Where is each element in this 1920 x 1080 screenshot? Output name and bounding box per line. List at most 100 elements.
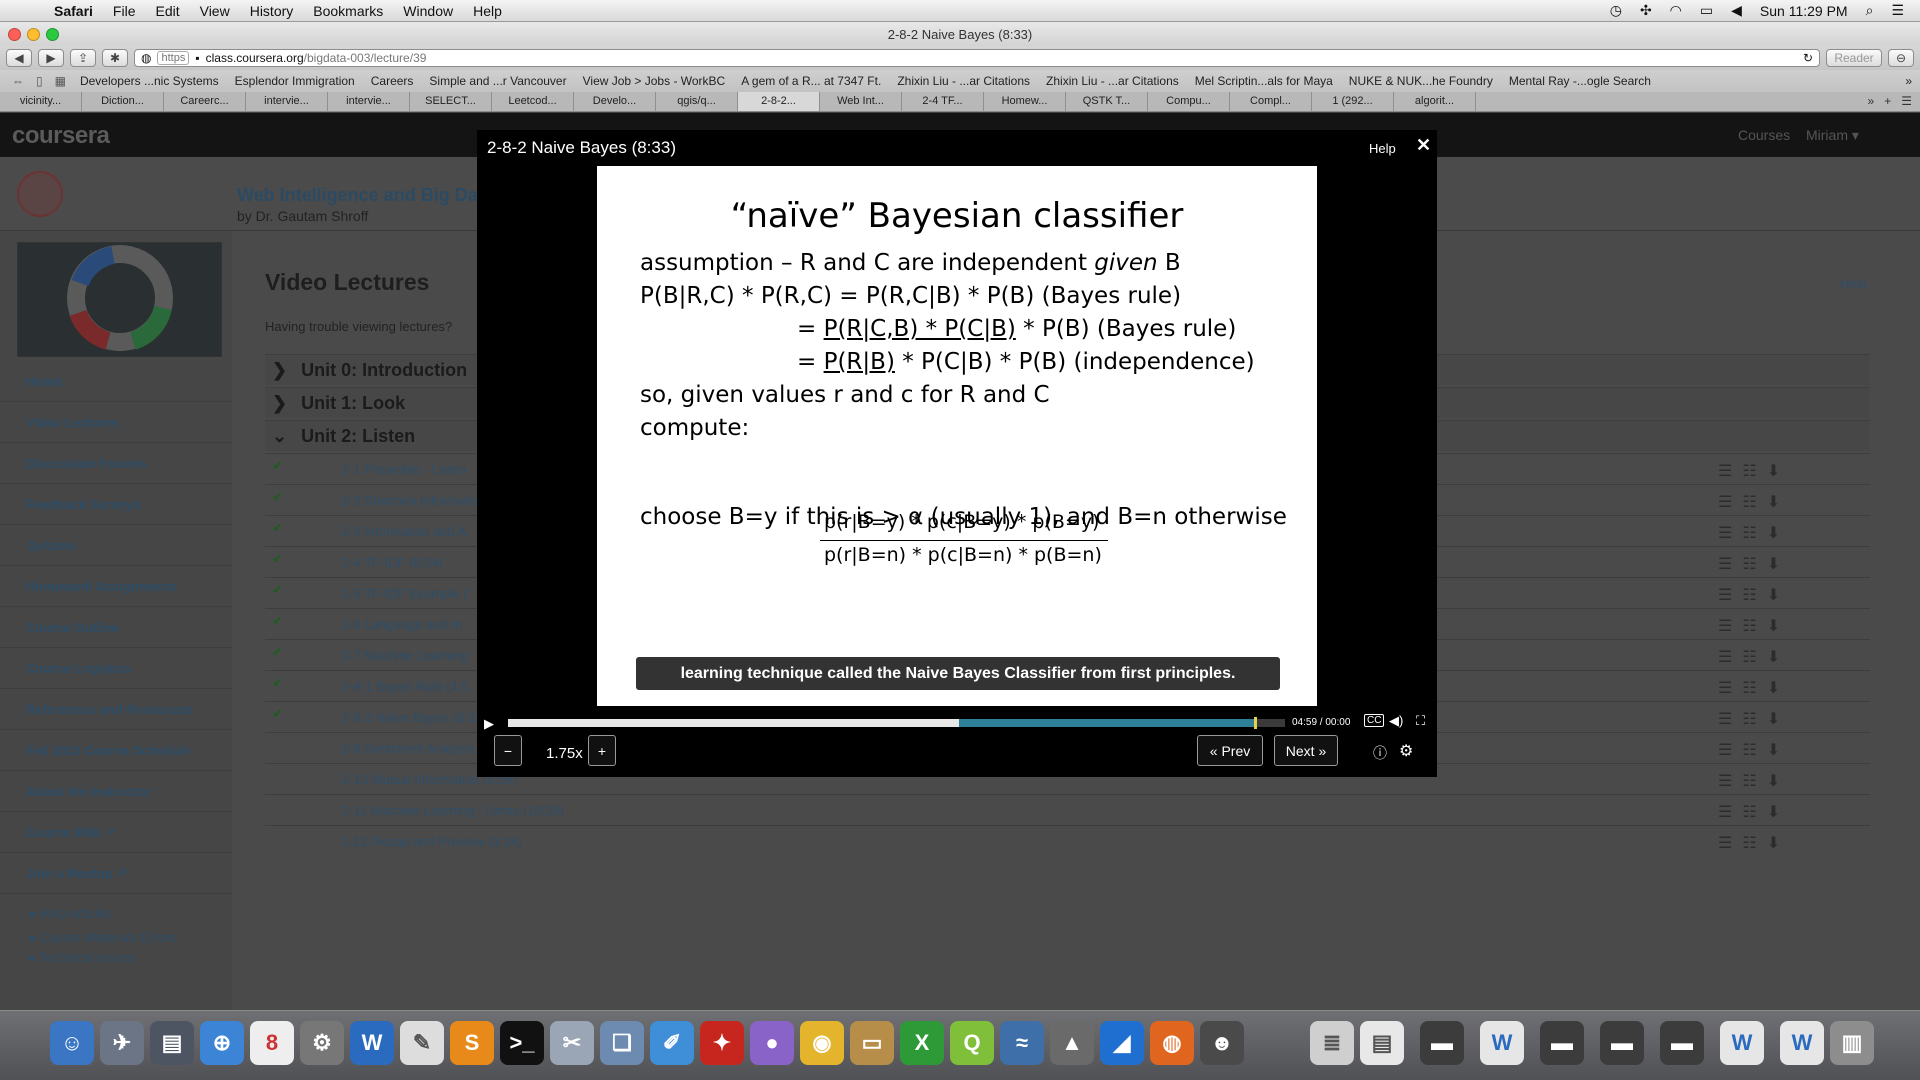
download-icon[interactable]: ⬇ [1767,678,1780,698]
technical-issues-link[interactable]: ● Technical Issues [28,948,177,968]
closed-captions-icon[interactable]: CC [1364,714,1385,727]
menu-history[interactable]: History [240,3,304,19]
sidebar-item-video-lectures[interactable]: Video Lectures [0,402,232,443]
lecture-title-link[interactable]: 2-6 Language and In [342,617,462,632]
download-icon[interactable]: ⬇ [1767,709,1780,729]
reader-button[interactable]: Reader [1826,49,1882,67]
bookmark-item[interactable]: NUKE & NUK...he Foundry [1341,74,1501,88]
menu-file[interactable]: File [103,3,146,19]
download-icon[interactable]: ⬇ [1767,585,1780,605]
minimize-window-icon[interactable] [27,27,40,41]
sidebar-item-course-wiki[interactable]: Course Wiki ↗ [0,812,232,853]
video-frame[interactable]: “naïve” Bayesian classifier assumption –… [597,166,1317,706]
browser-tab-active[interactable]: 2-8-2... [738,92,820,111]
course-title[interactable]: Web Intelligence and Big Da [237,185,478,206]
menu-edit[interactable]: Edit [145,3,189,19]
subtitles-icon[interactable]: ☷ [1742,678,1756,698]
word-icon[interactable]: W [350,1021,394,1065]
slides-icon[interactable]: ☰ [1718,678,1732,698]
trash-icon[interactable]: ▥ [1830,1021,1874,1065]
flag-icon[interactable]: ▭ [1700,2,1713,19]
bookmark-item[interactable]: Zhixin Liu - ...ar Citations [889,74,1038,88]
download-icon[interactable]: ⬇ [1767,740,1780,760]
bluetooth-icon[interactable]: ✣ [1640,2,1652,19]
minimized-window-icon[interactable]: ▬ [1540,1021,1584,1065]
wireshark-icon[interactable]: ◢ [1100,1021,1144,1065]
firefox-icon[interactable]: ◍ [1150,1021,1194,1065]
system-preferences-icon[interactable]: ⚙ [300,1021,344,1065]
courses-link[interactable]: Courses [1738,127,1790,143]
finder-icon[interactable]: ☺ [50,1021,94,1065]
subtitles-icon[interactable]: ☷ [1742,616,1756,636]
seek-bar[interactable] [508,717,1285,729]
trouble-link[interactable]: Having trouble viewing lectures? [265,319,452,334]
subtitles-icon[interactable]: ☷ [1742,523,1756,543]
lecture-row[interactable]: 2-12 Recap and Preview (3:14) ☰ ☷ ⬇ [265,825,1870,863]
bookmark-item[interactable]: Esplendor Immigration [227,74,363,88]
browser-tab[interactable]: intervie... [246,92,328,111]
materials-errors-link[interactable]: ● Course Materials Errors [28,928,177,948]
slides-icon[interactable]: ☰ [1718,523,1732,543]
subtitles-icon[interactable]: ☷ [1742,709,1756,729]
qgis-icon[interactable]: Q [950,1021,994,1065]
browser-tab[interactable]: Compl... [1230,92,1312,111]
address-bar[interactable]: ◍ https ▪ class.coursera.org/bigdata-003… [134,49,1820,67]
slides-icon[interactable]: ☰ [1718,616,1732,636]
browser-tab[interactable]: Diction... [82,92,164,111]
menu-bookmarks[interactable]: Bookmarks [303,3,393,19]
lecture-title-link[interactable]: 2-12 Recap and Preview (3:14) [342,834,522,849]
seek-bar-handle[interactable] [1253,717,1257,729]
browser-tab[interactable]: SELECT... [410,92,492,111]
menu-clock[interactable]: Sun 11:29 PM [1760,3,1848,19]
download-icon[interactable]: ⬇ [1767,647,1780,667]
sidebar-item-feedback-surveys[interactable]: Feedback Surveys [0,484,232,525]
sidebar-item-about-instructor[interactable]: About the Instructor [0,771,232,812]
bookmarks-overflow-icon[interactable]: » [1905,74,1920,88]
bookmark-item[interactable]: Simple and ...r Vancouver [421,74,574,88]
slides-icon[interactable]: ☰ [1718,461,1732,481]
download-icon[interactable]: ⬇ [1767,833,1780,853]
xcode-icon[interactable]: ✐ [650,1021,694,1065]
minimized-window-icon[interactable]: ▬ [1420,1021,1464,1065]
folder-app-icon[interactable]: ▭ [850,1021,894,1065]
help-articles-link[interactable]: ● Help Articles [28,904,177,924]
download-icon[interactable]: ⬇ [1767,461,1780,481]
subtitles-icon[interactable]: ☷ [1742,492,1756,512]
minimized-window-icon[interactable]: ▬ [1660,1021,1704,1065]
next-button[interactable]: Next » [1274,735,1338,766]
safari-icon[interactable]: ⊕ [200,1021,244,1065]
subtitles-icon[interactable]: ☷ [1742,585,1756,605]
python-icon[interactable]: ≈ [1000,1021,1044,1065]
forward-icon[interactable]: ▶ [38,49,64,67]
volume-icon[interactable]: ◀ [1731,2,1742,19]
menu-view[interactable]: View [190,3,240,19]
bookmark-item[interactable]: View Job > Jobs - WorkBC [575,74,734,88]
terminal-icon[interactable]: >_ [500,1021,544,1065]
top-sites-icon[interactable]: ▦ [49,74,72,88]
browser-tab[interactable]: 2-4 TF... [902,92,984,111]
download-icon[interactable]: ⬇ [1767,616,1780,636]
browser-tab[interactable]: Compu... [1148,92,1230,111]
minimized-window-icon[interactable]: W [1480,1021,1524,1065]
subtitles-icon[interactable]: ☷ [1742,647,1756,667]
chrome-icon[interactable]: ◉ [800,1021,844,1065]
acrobat-icon[interactable]: ✦ [700,1021,744,1065]
slides-icon[interactable]: ☰ [1718,585,1732,605]
bookmark-item[interactable]: A gem of a R... at 7347 Ft. [733,74,889,88]
reload-icon[interactable]: ↻ [1803,51,1813,65]
play-icon[interactable]: ▶ [484,716,494,732]
lecture-title-link[interactable]: 2-5 TF-IDF Example ( [342,586,467,601]
bookmarks-book-icon[interactable]: ▯ [30,74,49,88]
text-edit-icon[interactable]: ✎ [400,1021,444,1065]
spotlight-icon[interactable]: ⌕ [1866,2,1874,19]
new-tab-icon[interactable]: + [1884,92,1891,111]
user-menu[interactable]: Miriam ▾ [1806,127,1859,144]
lecture-title-link[interactable]: 2-8-1 Bayes Rule (4:5 [342,679,468,694]
notification-center-icon[interactable]: ☰ [1891,2,1904,19]
lecture-title-link[interactable]: 2-2 Shannon Information [342,493,485,508]
preview-icon[interactable]: ❏ [600,1021,644,1065]
tab-list-icon[interactable]: ☰ [1901,92,1912,111]
lecture-title-link[interactable]: 2-8-2 Naive Bayes (8:33) [342,710,487,725]
prev-button[interactable]: « Prev [1197,735,1263,766]
sidebar-item-course-logistics[interactable]: Course Logistics [0,648,232,689]
